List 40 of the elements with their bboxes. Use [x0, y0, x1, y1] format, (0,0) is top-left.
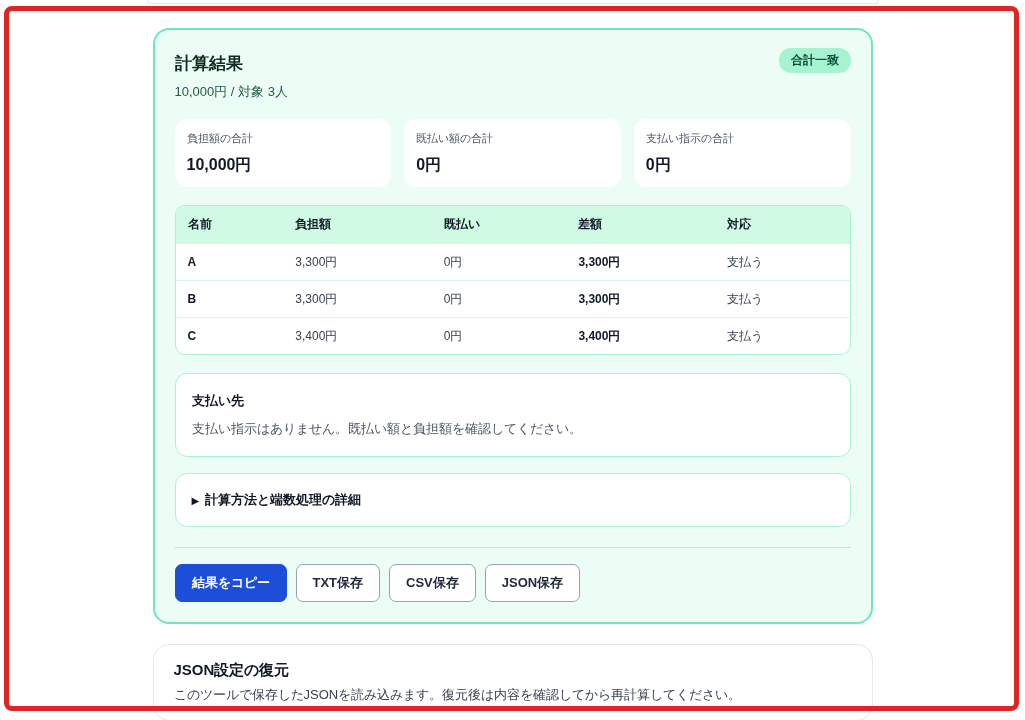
save-button[interactable]: TXT保存 [295, 564, 381, 602]
table-cell: 0円 [431, 243, 567, 280]
card-title: JSON設定の復元 [173, 661, 291, 680]
details-toggle[interactable]: ▶ 計算方法と端数処理の詳細 [174, 473, 851, 527]
stat-value: 0円 [416, 155, 443, 175]
table-cell: 支払う [714, 280, 850, 317]
stat-label: 負担額の合計 [186, 131, 254, 146]
table-cell: 3,300円 [566, 280, 715, 317]
details-label: 計算方法と端数処理の詳細 [205, 491, 362, 509]
table-cell: C [175, 317, 284, 354]
stat-label: 既払い額の合計 [416, 131, 495, 146]
column-header: 対応 [714, 206, 850, 243]
table-cell: 0円 [431, 280, 567, 317]
table-cell: 3,400円 [283, 317, 432, 354]
stat-value: 0円 [645, 155, 672, 175]
table-cell: 3,300円 [283, 243, 432, 280]
table-cell: B [175, 280, 284, 317]
column-header: 名前 [175, 206, 284, 243]
panel-title: 支払い先 [191, 392, 245, 410]
table-cell: 3,400円 [566, 317, 715, 354]
table-cell: 3,300円 [283, 280, 432, 317]
disclosure-marker: ▶ [191, 494, 200, 506]
card-subtitle: 10,000円 / 対象 3人 [174, 83, 289, 101]
stat-label: 支払い指示の合計 [645, 131, 735, 146]
panel-text: 支払い指示はありません。既払い額と負担額を確認してください。 [191, 420, 583, 438]
save-button[interactable]: JSON保存 [484, 564, 581, 602]
copy-button[interactable]: 結果をコピー [174, 564, 287, 602]
save-button[interactable]: CSV保存 [389, 564, 476, 602]
status-badge: 合計一致 [778, 48, 851, 73]
card-text: このツールで保存したJSONを読み込みます。復元後は内容を確認してから再計算してください。 [173, 686, 743, 704]
table-cell: 0円 [431, 317, 567, 354]
table-cell: 3,300円 [566, 243, 715, 280]
table-cell: A [175, 243, 284, 280]
column-header: 負担額 [283, 206, 432, 243]
table-cell: 支払う [714, 243, 850, 280]
stat-value: 10,000円 [186, 155, 253, 175]
card-title: 計算結果 [174, 53, 243, 75]
column-header: 差額 [566, 206, 715, 243]
column-header: 既払い [431, 206, 567, 243]
table-cell: 支払う [714, 317, 850, 354]
